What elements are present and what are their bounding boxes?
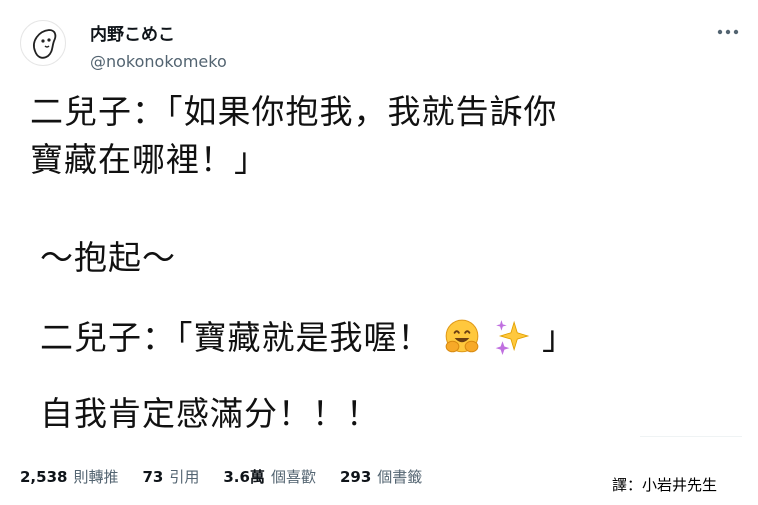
tweet-text-line-5: 自我肯定感滿分！！！ <box>40 394 380 433</box>
translator-credit: 譯：小岩井先生 <box>612 476 718 494</box>
likes-stat[interactable]: 3.6萬 個喜歡 <box>223 466 316 487</box>
bookmarks-count: 293 <box>339 468 372 486</box>
retweets-label: 則轉推 <box>73 468 119 486</box>
more-icon <box>717 29 739 35</box>
avatar-icon <box>33 29 57 59</box>
tweet-text-line-1: 二兒子：「如果你抱我，我就告訴你 <box>30 92 558 131</box>
tweet-stats: 2,538 則轉推 73 引用 3.6萬 個喜歡 293 個書籤 <box>20 466 422 487</box>
likes-count: 3.6萬 <box>223 468 265 486</box>
hugging-face-icon <box>445 319 479 352</box>
quotes-label: 引用 <box>169 468 200 486</box>
avatar[interactable] <box>20 20 66 66</box>
tweet-text-line-4-end: 」 <box>542 318 576 357</box>
tweet-text-line-3: ～抱起～ <box>40 238 176 277</box>
quotes-stat[interactable]: 73 引用 <box>142 466 199 487</box>
more-options-button[interactable] <box>712 22 744 42</box>
tweet-text-line-4-start: 二兒子：「寶藏就是我喔！ <box>40 318 432 357</box>
tweet-text-line-4: 二兒子：「寶藏就是我喔！ 」 <box>40 318 576 359</box>
bookmarks-label: 個書籤 <box>377 468 423 486</box>
divider <box>640 436 742 437</box>
bookmarks-stat[interactable]: 293 個書籤 <box>340 466 422 487</box>
likes-label: 個喜歡 <box>270 468 316 486</box>
user-handle[interactable]: @nokonokomeko <box>90 52 227 71</box>
sparkles-icon <box>495 319 529 355</box>
retweets-count: 2,538 <box>20 468 68 486</box>
tweet-text-line-2: 寶藏在哪裡！」 <box>30 140 268 179</box>
display-name[interactable]: 内野こめこ <box>90 20 175 45</box>
retweets-stat[interactable]: 2,538 則轉推 <box>20 466 118 487</box>
quotes-count: 73 <box>142 468 164 486</box>
